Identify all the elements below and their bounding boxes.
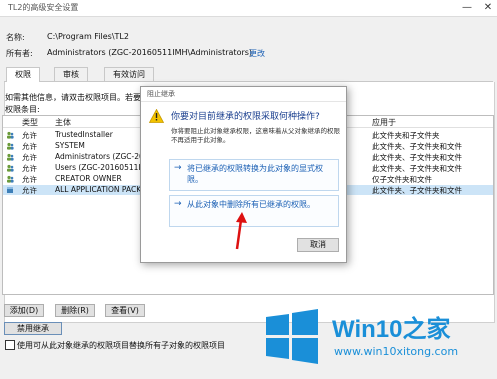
warning-icon bbox=[149, 109, 164, 123]
row-type: 允许 bbox=[22, 142, 37, 151]
name-value: C:\Program Files\TL2 bbox=[47, 32, 129, 41]
row-type: 允许 bbox=[22, 164, 37, 173]
dialog-title: 阻止继承 bbox=[147, 90, 175, 98]
row-type: 允许 bbox=[22, 131, 37, 140]
name-label: 名称: bbox=[6, 33, 25, 42]
dialog-title-bar: 阻止继承 bbox=[141, 87, 346, 102]
column-applies-to[interactable]: 应用于 bbox=[372, 117, 396, 128]
remove-inherited-option[interactable]: → 从此对象中删除所有已继承的权限。 bbox=[169, 195, 339, 227]
row-principal: Administrators (ZGC-2016 bbox=[55, 152, 145, 161]
watermark: Win10之家 www.win10xitong.com bbox=[262, 303, 497, 379]
row-type: 允许 bbox=[22, 175, 37, 184]
column-principal[interactable]: 主体 bbox=[55, 117, 71, 128]
row-principal: TrustedInstaller bbox=[55, 130, 113, 139]
row-principal: SYSTEM bbox=[55, 141, 85, 150]
package-icon bbox=[7, 187, 13, 193]
row-principal: CREATOR OWNER bbox=[55, 174, 122, 183]
arrow-right-icon: → bbox=[174, 199, 182, 209]
remove-option-label: 从此对象中删除所有已继承的权限。 bbox=[187, 200, 315, 209]
info-text: 如需其他信息，请双击权限项目。若要修改 bbox=[5, 93, 157, 102]
cancel-button[interactable]: 取消 bbox=[297, 238, 339, 252]
tab-auditing[interactable]: 审核 bbox=[54, 67, 88, 81]
convert-inherited-option[interactable]: → 将已继承的权限转换为此对象的显式权限。 bbox=[169, 159, 339, 191]
row-principal: ALL APPLICATION PACKAG bbox=[55, 185, 145, 194]
view-button[interactable]: 查看(V) bbox=[105, 304, 145, 317]
users-icon bbox=[7, 131, 14, 139]
row-applies-to: 此文件夹、子文件夹和文件 bbox=[372, 142, 462, 151]
owner-value: Administrators (ZGC-20160511IMH\Administ… bbox=[47, 48, 253, 57]
annotation-arrow bbox=[235, 212, 247, 250]
row-applies-to: 此文件夹和子文件夹 bbox=[372, 131, 440, 140]
row-applies-to: 此文件夹、子文件夹和文件 bbox=[372, 153, 462, 162]
column-type[interactable]: 类型 bbox=[22, 117, 38, 128]
disable-inheritance-button[interactable]: 禁用继承 bbox=[4, 322, 62, 335]
users-icon bbox=[7, 142, 14, 150]
row-type: 允许 bbox=[22, 153, 37, 162]
watermark-brand: Win10 bbox=[332, 316, 403, 343]
users-icon bbox=[7, 164, 14, 172]
row-applies-to: 此文件夹、子文件夹和文件 bbox=[372, 164, 462, 173]
window-title: TL2的高级安全设置 bbox=[8, 3, 79, 12]
remove-button[interactable]: 删除(R) bbox=[55, 304, 95, 317]
row-type: 允许 bbox=[22, 186, 37, 195]
dialog-description: 你将要阻止此对象继承权限，这意味着从父对象继承的权限不再适用于此对象。 bbox=[171, 127, 340, 144]
windows-logo-icon bbox=[266, 309, 318, 364]
row-principal: Users (ZGC-20160511IMH bbox=[55, 163, 145, 172]
arrow-right-icon: → bbox=[174, 163, 182, 173]
close-icon[interactable]: ✕ bbox=[480, 0, 496, 16]
owner-change-link[interactable]: 更改 bbox=[249, 48, 265, 59]
users-icon bbox=[7, 175, 14, 183]
watermark-suffix: 之家 bbox=[402, 316, 451, 343]
watermark-url: www.win10xitong.com bbox=[334, 345, 459, 358]
dialog-question: 你要对目前继承的权限采取何种操作? bbox=[171, 112, 320, 122]
tab-strip: 权限 审核 有效访问 bbox=[4, 67, 493, 82]
replace-checkbox[interactable] bbox=[5, 340, 15, 350]
minimize-icon[interactable]: — bbox=[459, 0, 475, 16]
title-bar: TL2的高级安全设置 — ✕ bbox=[0, 0, 497, 17]
add-button[interactable]: 添加(D) bbox=[4, 304, 44, 317]
convert-option-label: 将已继承的权限转换为此对象的显式权限。 bbox=[187, 164, 323, 184]
tab-permissions[interactable]: 权限 bbox=[6, 67, 40, 82]
users-icon bbox=[7, 153, 14, 161]
replace-checkbox-label: 使用可从此对象继承的权限项目替换所有子对象的权限项目 bbox=[17, 341, 225, 350]
row-applies-to: 仅子文件夹和文件 bbox=[372, 175, 432, 184]
tab-effective-access[interactable]: 有效访问 bbox=[104, 67, 154, 81]
entries-label: 权限条目: bbox=[5, 105, 40, 114]
owner-label: 所有者: bbox=[6, 49, 33, 58]
row-applies-to: 此文件夹、子文件夹和文件 bbox=[372, 186, 462, 195]
